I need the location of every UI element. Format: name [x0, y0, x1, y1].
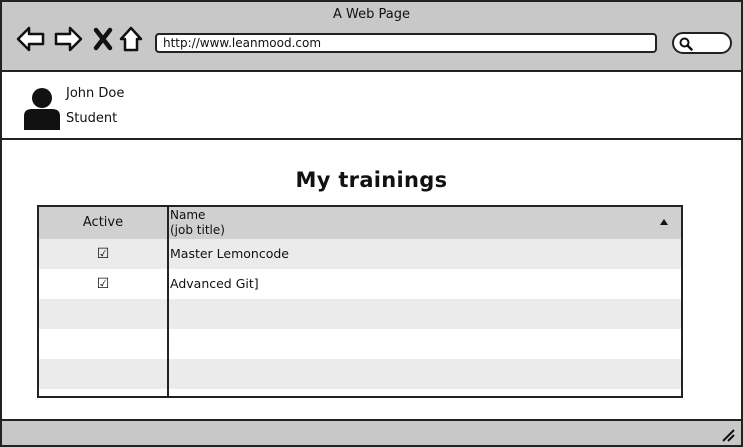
home-icon[interactable]: [118, 24, 148, 54]
user-info-panel: John Doe Student: [2, 74, 741, 140]
close-x-icon[interactable]: [90, 24, 120, 54]
resize-grip-icon[interactable]: [721, 428, 735, 442]
page-title: My trainings: [295, 168, 448, 192]
active-checkbox[interactable]: ☑: [39, 269, 167, 299]
column-header-name-title: Name: [170, 208, 206, 222]
column-header-active[interactable]: Active: [39, 207, 167, 239]
table-row[interactable]: ☑ Advanced Git]: [39, 269, 681, 299]
table-header: Active Name (job title): [39, 207, 681, 239]
browser-window: A Web Page http://www.leanmood.com John …: [0, 0, 743, 447]
sort-ascending-icon[interactable]: [659, 218, 669, 226]
status-bar: [2, 419, 741, 445]
user-name: John Doe: [66, 86, 125, 101]
user-avatar-icon: [24, 88, 60, 130]
training-name: Advanced Git]: [170, 276, 259, 291]
column-divider: [167, 207, 169, 396]
empty-table-row: [39, 299, 681, 329]
empty-table-row: [39, 359, 681, 389]
column-header-name-subtitle: (job title): [170, 223, 225, 237]
trainings-table: Active Name (job title) ☑ Master Lemonco…: [37, 205, 683, 398]
window-title: A Web Page: [333, 7, 410, 22]
training-name: Master Lemoncode: [170, 246, 289, 261]
search-field[interactable]: [672, 32, 732, 54]
back-arrow-icon[interactable]: [16, 24, 46, 54]
address-bar[interactable]: http://www.leanmood.com: [155, 33, 657, 53]
empty-table-row: [39, 329, 681, 359]
table-row[interactable]: ☑ Master Lemoncode: [39, 239, 681, 269]
browser-toolbar: A Web Page http://www.leanmood.com: [2, 2, 741, 72]
search-icon: [679, 37, 693, 51]
active-checkbox[interactable]: ☑: [39, 239, 167, 269]
column-header-name[interactable]: Name (job title): [170, 208, 225, 238]
user-role: Student: [66, 111, 118, 126]
forward-arrow-icon[interactable]: [53, 24, 83, 54]
